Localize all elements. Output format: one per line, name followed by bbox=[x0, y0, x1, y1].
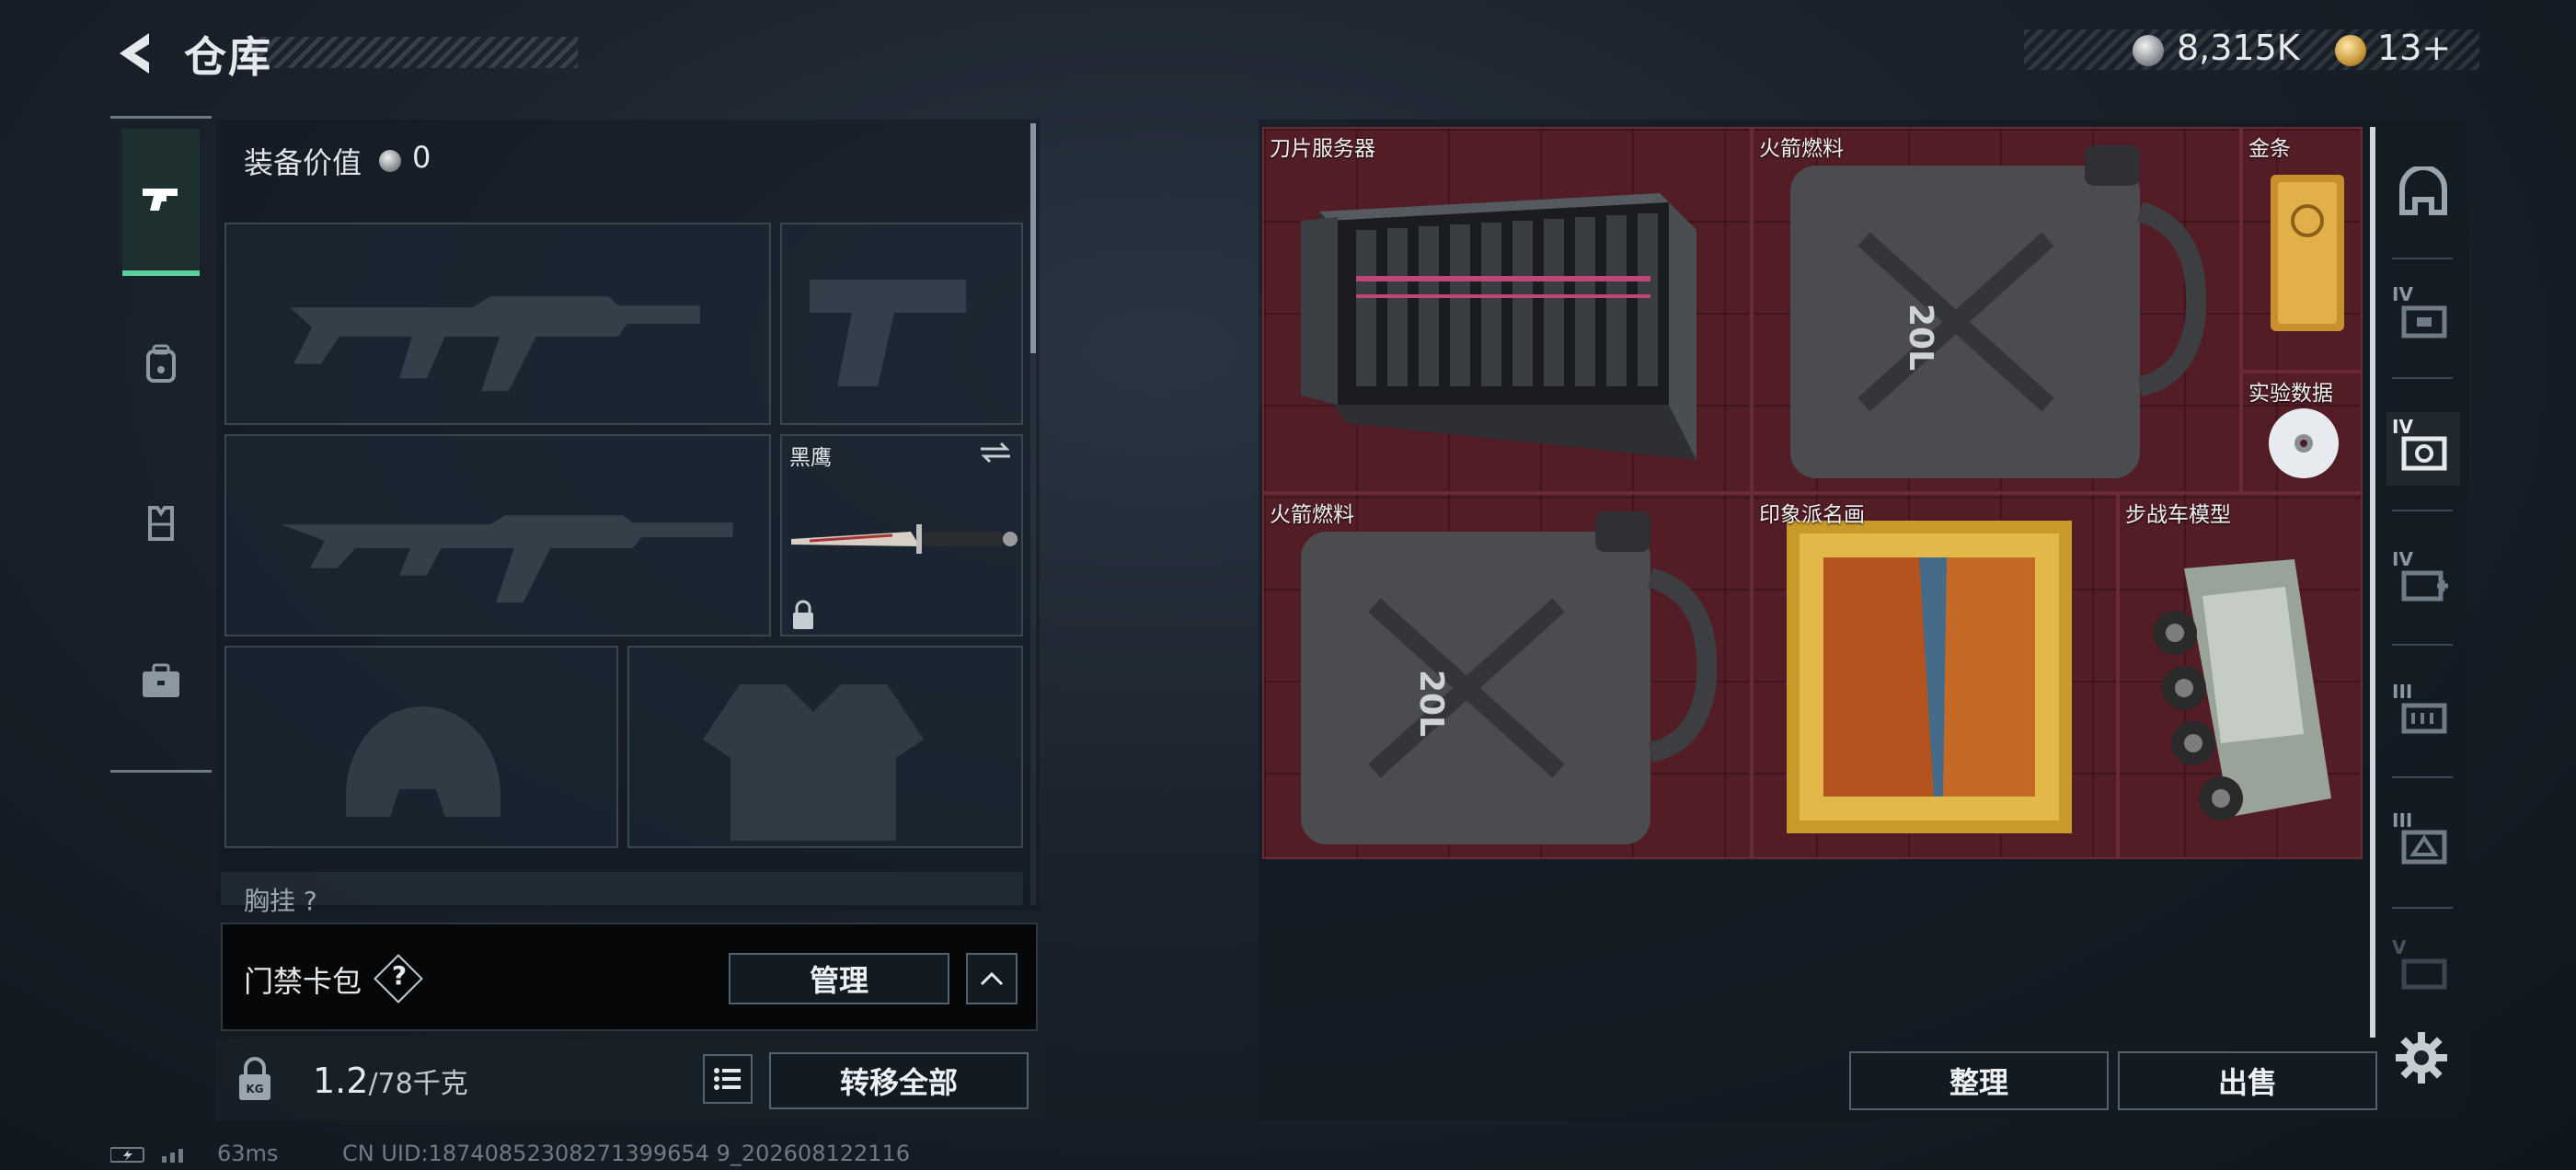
collapse-button[interactable] bbox=[966, 953, 1018, 1004]
item-name: 步战车模型 bbox=[2125, 503, 2231, 527]
chevron-up-icon bbox=[980, 971, 1004, 986]
melee-slot[interactable]: 黑鹰 bbox=[780, 434, 1023, 637]
weight-max: /78千克 bbox=[368, 1068, 468, 1100]
sidebar-divider bbox=[2392, 510, 2453, 511]
sidebar-divider bbox=[2392, 644, 2453, 646]
weight-current: 1.2 bbox=[313, 1061, 369, 1101]
sort-button[interactable]: 整理 bbox=[1849, 1051, 2109, 1110]
tier-label: IV bbox=[2392, 416, 2413, 438]
back-arrow-icon bbox=[120, 33, 149, 74]
helmet-slot[interactable] bbox=[224, 646, 618, 848]
tier-label: IV bbox=[2392, 548, 2413, 570]
sidebar-divider bbox=[2392, 907, 2453, 909]
storage-tab-6-locked[interactable]: V bbox=[2386, 933, 2460, 1006]
sidebar-divider bbox=[2392, 377, 2453, 379]
pistol-icon bbox=[143, 189, 178, 211]
title-decoration bbox=[247, 37, 578, 68]
armored-vehicle-icon bbox=[2153, 559, 2331, 820]
gold-coin-icon bbox=[2335, 35, 2366, 66]
gold-bar-icon bbox=[2271, 175, 2344, 331]
lock-icon bbox=[793, 600, 813, 629]
user-uid: CN UID:18740852308271399654 9_2026081221… bbox=[342, 1141, 911, 1166]
storage-rail bbox=[2370, 127, 2375, 1038]
equip-value: 0 bbox=[412, 140, 431, 175]
tier-label: IV bbox=[2392, 283, 2413, 305]
back-button[interactable] bbox=[110, 28, 162, 79]
item-name: 金条 bbox=[2248, 137, 2291, 161]
briefcase-icon bbox=[143, 663, 179, 697]
list-icon bbox=[714, 1068, 741, 1090]
helmet-silhouette-icon bbox=[346, 706, 500, 817]
backpack-icon bbox=[146, 344, 176, 383]
storage-item-experiment-data[interactable]: 实验数据 bbox=[2241, 372, 2363, 493]
svg-text:KG: KG bbox=[246, 1083, 263, 1095]
transfer-all-button[interactable]: 转移全部 bbox=[769, 1052, 1029, 1109]
silver-coin-icon bbox=[379, 150, 401, 172]
gold-currency-value[interactable]: 13+ bbox=[2377, 28, 2451, 68]
item-name: 刀片服务器 bbox=[1270, 137, 1375, 161]
blade-server-icon bbox=[1301, 193, 1696, 460]
keycard-label: 门禁卡包 bbox=[244, 964, 362, 999]
storage-tab-2-active[interactable]: IV bbox=[2386, 412, 2460, 486]
list-view-button[interactable] bbox=[703, 1054, 753, 1104]
tab-backpack[interactable] bbox=[122, 291, 200, 438]
storage-tab-main[interactable] bbox=[2386, 158, 2460, 232]
weight-lock-icon: KG bbox=[234, 1056, 276, 1104]
storage-item-gold-bar[interactable]: 金条 bbox=[2241, 127, 2363, 372]
storage-tab-1[interactable]: IV bbox=[2386, 280, 2460, 353]
storage-item-rocket-fuel[interactable]: 火箭燃料 20L bbox=[1262, 493, 1752, 859]
gear-icon bbox=[2396, 1032, 2447, 1084]
fuel-can-icon: 20L bbox=[1301, 511, 1718, 844]
loadout-scrollbar-thumb[interactable] bbox=[1030, 123, 1036, 353]
storage-item-blade-server[interactable]: 刀片服务器 bbox=[1262, 127, 1752, 493]
settings-button[interactable] bbox=[2392, 1028, 2451, 1087]
rifle-silhouette-icon bbox=[290, 296, 700, 392]
weight-value: 1.2/78千克 bbox=[313, 1061, 468, 1101]
rifle-silhouette-icon bbox=[281, 515, 733, 603]
silver-currency-value: 8,315K bbox=[2177, 28, 2300, 68]
silver-coin-icon bbox=[2133, 35, 2164, 66]
item-name: 印象派名画 bbox=[1759, 503, 1865, 527]
page-title: 仓库 bbox=[184, 32, 272, 82]
tier-label: V bbox=[2392, 936, 2407, 958]
storage-item-rocket-fuel[interactable]: 火箭燃料 20L bbox=[1752, 127, 2241, 493]
primary-weapon-slot-2[interactable] bbox=[224, 434, 771, 637]
fuel-can-label: 20L bbox=[1412, 670, 1450, 737]
chest-rig-section[interactable] bbox=[221, 872, 1023, 905]
armor-silhouette-icon bbox=[703, 684, 924, 841]
storage-item-painting[interactable]: 印象派名画 bbox=[1752, 493, 2118, 859]
tier-label: III bbox=[2392, 681, 2413, 703]
storage-tab-5[interactable]: III bbox=[2386, 806, 2460, 879]
tab-weapons[interactable] bbox=[122, 129, 200, 276]
item-name: 实验数据 bbox=[2248, 382, 2333, 406]
network-signal-icon bbox=[109, 1145, 199, 1164]
painting-icon bbox=[1787, 521, 2072, 833]
stash-icon bbox=[2399, 166, 2447, 215]
item-name: 火箭燃料 bbox=[1270, 503, 1354, 527]
sidearm-slot[interactable] bbox=[780, 223, 1023, 425]
help-question-mark: ? bbox=[391, 960, 408, 991]
fuel-can-label: 20L bbox=[1902, 304, 1939, 371]
vest-icon bbox=[148, 506, 174, 541]
sidebar-divider bbox=[2392, 776, 2453, 778]
tier-label: III bbox=[2392, 809, 2413, 832]
sidebar-divider bbox=[2392, 258, 2453, 259]
equip-value-label: 装备价值 bbox=[244, 145, 362, 180]
body-armor-slot[interactable] bbox=[627, 646, 1023, 848]
tab-vest[interactable] bbox=[122, 449, 200, 596]
storage-tab-4[interactable]: III bbox=[2386, 677, 2460, 751]
knife-icon bbox=[791, 524, 1018, 554]
manage-button[interactable]: 管理 bbox=[729, 953, 949, 1004]
ping-value: 63ms bbox=[217, 1141, 279, 1166]
storage-tab-3[interactable]: IV bbox=[2386, 545, 2460, 618]
pistol-silhouette-icon bbox=[810, 280, 966, 386]
chest-rig-label: 胸挂 ? bbox=[244, 886, 317, 916]
tab-case[interactable] bbox=[122, 607, 200, 754]
storage-item-ifv-model[interactable]: 步战车模型 bbox=[2118, 493, 2363, 859]
fuel-can-icon: 20L bbox=[1790, 145, 2207, 478]
sell-button[interactable]: 出售 bbox=[2118, 1051, 2377, 1110]
item-name: 火箭燃料 bbox=[1759, 137, 1844, 161]
primary-weapon-slot-1[interactable] bbox=[224, 223, 771, 425]
